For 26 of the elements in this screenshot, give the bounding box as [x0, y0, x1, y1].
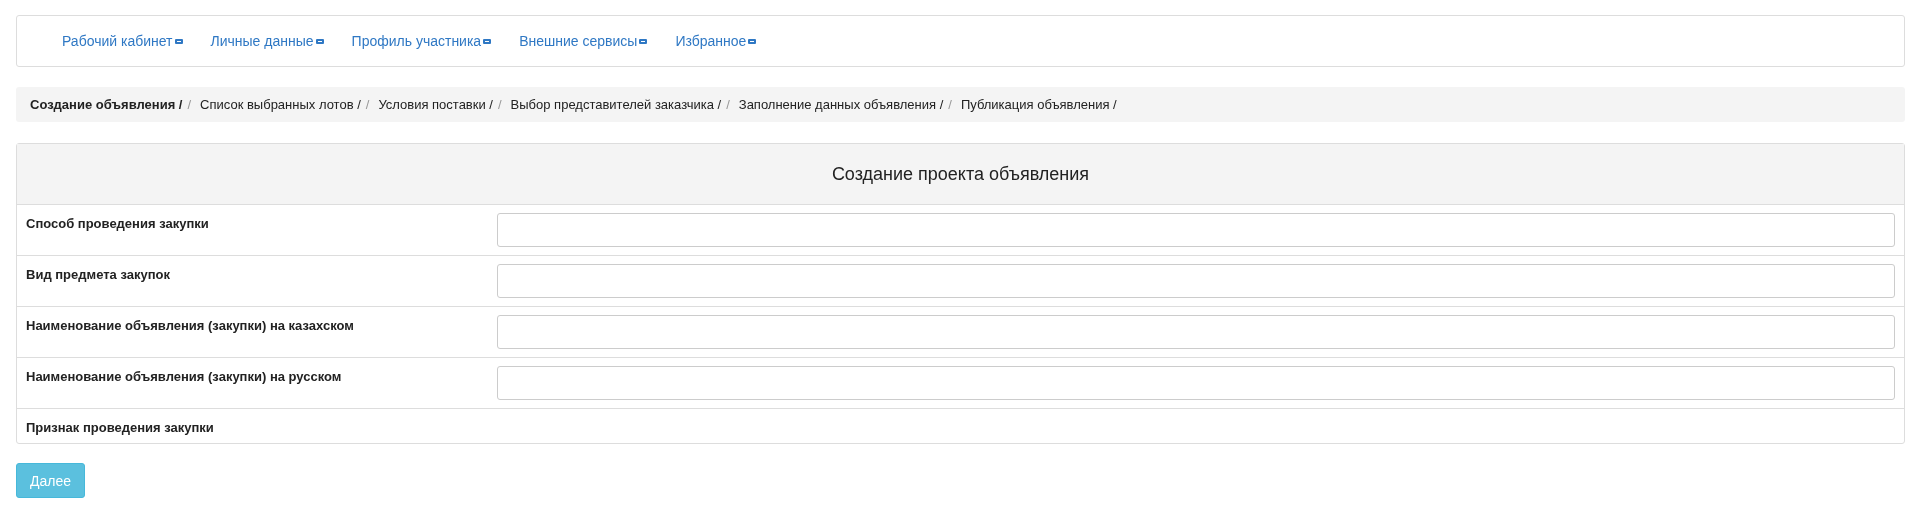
nav-link[interactable]: Внешние сервисы: [519, 33, 648, 49]
breadcrumb-separator: /: [726, 97, 730, 112]
breadcrumb-item[interactable]: Публикация объявления /: [960, 97, 1117, 112]
field-label: Наименование объявления (закупки) на казахском: [26, 317, 355, 333]
breadcrumb-item[interactable]: Список выбранных лотов /: [200, 97, 361, 112]
field-label: Вид предмета закупок: [26, 266, 171, 282]
breadcrumb-separator: /: [948, 97, 952, 112]
breadcrumb-separator: /: [187, 97, 192, 112]
nav-link[interactable]: Личные данные: [210, 33, 324, 49]
field-label: Способ проведения закупки: [26, 215, 210, 231]
nav-link[interactable]: Рабочий кабинет: [62, 33, 183, 49]
panel-title: Создание проекта объявления: [831, 163, 1090, 185]
nav-link[interactable]: Избранное: [675, 33, 757, 49]
input-field[interactable]: [497, 264, 1895, 298]
nav-link[interactable]: Профиль участника: [351, 33, 492, 49]
breadcrumb-separator: /: [365, 97, 370, 112]
breadcrumb-item[interactable]: Условия поставки /: [378, 97, 493, 112]
input-field[interactable]: [497, 213, 1895, 247]
breadcrumb-item[interactable]: Заполнение данных объявления /: [738, 97, 944, 112]
input-field[interactable]: [497, 366, 1895, 400]
input-field[interactable]: [497, 315, 1895, 349]
field-label: Наименование объявления (закупки) на русском: [26, 368, 343, 384]
field-label: Признак проведения закупки: [26, 419, 215, 435]
breadcrumb-item[interactable]: Создание объявления /: [30, 97, 183, 112]
breadcrumb-separator: /: [497, 97, 502, 112]
breadcrumb-item[interactable]: Выбор представителей заказчика /: [510, 97, 722, 112]
